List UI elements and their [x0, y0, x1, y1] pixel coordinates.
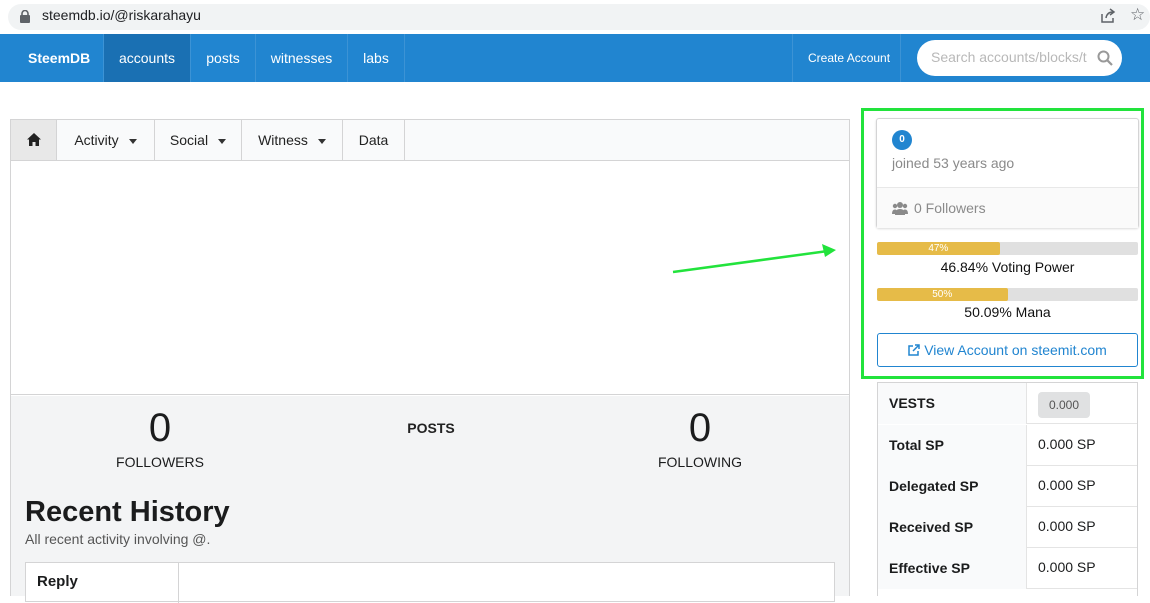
nav-divider: [404, 34, 405, 82]
effective-sp-value: 0.000 SP: [1038, 559, 1096, 575]
posts-label: POSTS: [407, 420, 455, 436]
tab-activity-label: Activity: [74, 132, 119, 148]
search-input[interactable]: [931, 49, 1087, 65]
nav-labs[interactable]: labs: [348, 34, 404, 82]
delegated-sp-value: 0.000 SP: [1038, 477, 1096, 493]
share-icon[interactable]: [1100, 8, 1116, 24]
total-sp-value: 0.000 SP: [1038, 436, 1096, 452]
home-icon: [26, 133, 41, 146]
recent-history-table: Reply: [25, 562, 835, 603]
tab-data[interactable]: Data: [343, 120, 405, 160]
vests-value-pill[interactable]: 0.000: [1038, 392, 1090, 418]
received-sp-value: 0.000 SP: [1038, 518, 1096, 534]
create-account-link[interactable]: Create Account: [808, 34, 890, 82]
history-op-type: Reply: [37, 573, 78, 590]
nav-accounts[interactable]: accounts: [104, 34, 190, 82]
recent-history-subtitle: All recent activity involving @.: [25, 531, 211, 547]
search-box: [917, 40, 1122, 76]
nav-witnesses[interactable]: witnesses: [256, 34, 347, 82]
tab-witness[interactable]: Witness: [242, 120, 343, 160]
caret-down-icon: [218, 138, 227, 144]
following-label: FOLLOWING: [657, 454, 742, 470]
tab-data-label: Data: [358, 132, 389, 148]
vests-key: VESTS: [878, 383, 1027, 424]
received-sp-key: Received SP: [878, 507, 1027, 548]
recent-history-title: Recent History: [25, 496, 230, 528]
table-row: Effective SP 0.000 SP: [878, 548, 1137, 589]
table-row: Delegated SP 0.000 SP: [878, 466, 1137, 507]
table-row: Total SP 0.000 SP: [878, 425, 1137, 466]
account-tab-bar: Activity Social Witness Data: [11, 120, 849, 161]
table-row: VESTS 0.000: [878, 383, 1137, 424]
followers-count: 0: [148, 406, 172, 450]
caret-down-icon: [128, 138, 137, 144]
bookmark-star-icon[interactable]: ☆: [1130, 5, 1145, 25]
nav-divider: [792, 34, 793, 82]
annotation-arrow: [672, 244, 836, 274]
tab-social[interactable]: Social: [155, 120, 242, 160]
following-count: 0: [688, 406, 712, 450]
nav-posts[interactable]: posts: [191, 34, 255, 82]
tab-home[interactable]: [11, 120, 57, 160]
browser-address-bar: steemdb.io/@riskarahayu ☆: [0, 0, 1150, 34]
brand-logo[interactable]: SteemDB: [28, 34, 90, 82]
account-main-panel: Activity Social Witness Data 0 FOLLOWERS…: [10, 119, 850, 603]
tab-witness-label: Witness: [258, 132, 308, 148]
steem-power-table: VESTS 0.000 Total SP 0.000 SP Delegated …: [877, 382, 1138, 596]
tab-activity[interactable]: Activity: [57, 120, 155, 160]
search-icon[interactable]: [1097, 50, 1113, 66]
nav-divider: [900, 34, 901, 82]
account-stats-area: 0 FOLLOWERS POSTS 0 FOLLOWING Recent His…: [11, 396, 849, 603]
delegated-sp-key: Delegated SP: [878, 466, 1027, 507]
tab-social-label: Social: [169, 132, 209, 148]
top-navbar: SteemDB accounts posts witnesses labs Cr…: [0, 34, 1150, 82]
url-text[interactable]: steemdb.io/@riskarahayu: [42, 7, 201, 23]
effective-sp-key: Effective SP: [878, 548, 1027, 589]
table-row: Reply: [26, 563, 179, 603]
caret-down-icon: [317, 138, 326, 144]
annotation-highlight-box: [861, 108, 1144, 379]
total-sp-key: Total SP: [878, 425, 1027, 466]
lock-icon: [20, 10, 30, 23]
table-row: Received SP 0.000 SP: [878, 507, 1137, 548]
followers-label: FOLLOWERS: [116, 454, 204, 470]
